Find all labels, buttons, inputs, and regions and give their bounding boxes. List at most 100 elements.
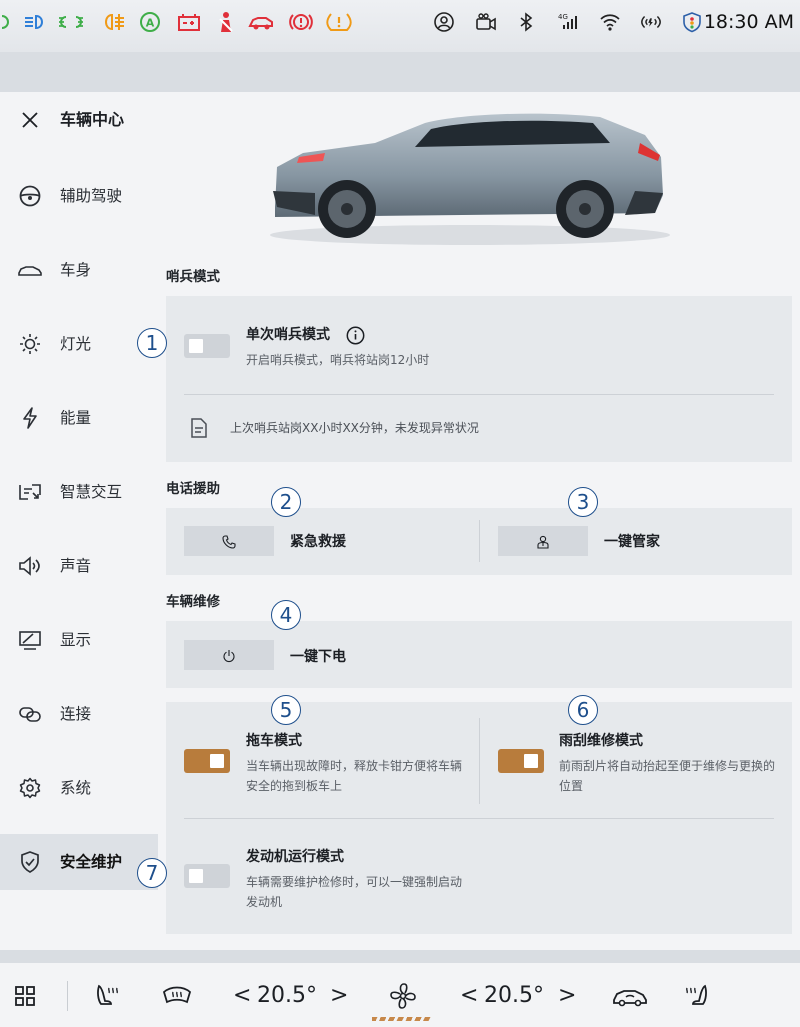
- smart-interaction-icon: [18, 481, 42, 503]
- sidebar-item-label: 显示: [60, 631, 92, 649]
- sidebar-item-connection[interactable]: 连接: [0, 686, 158, 742]
- butler-label: 一键管家: [604, 534, 660, 550]
- annotation-marker: 2: [271, 487, 301, 517]
- sidebar-item-label: 系统: [60, 779, 92, 797]
- car-climate-icon[interactable]: [610, 981, 650, 1011]
- sidebar-item-sound[interactable]: 声音: [0, 538, 158, 594]
- steering-wheel-icon: [18, 185, 42, 207]
- divider: [479, 718, 480, 804]
- butler-icon: [536, 534, 550, 549]
- sidebar-item-assisted-driving[interactable]: 辅助驾驶: [0, 168, 158, 224]
- phone-icon: [222, 534, 236, 549]
- power-icon: [222, 648, 236, 663]
- user-profile-icon[interactable]: [432, 9, 456, 35]
- app-grid-icon[interactable]: [12, 983, 38, 1009]
- lightning-icon: [18, 407, 42, 429]
- section-title-sentry: 哨兵模式: [166, 269, 220, 285]
- power-off-label: 一键下电: [290, 649, 346, 665]
- single-sentry-title: 单次哨兵模式: [246, 327, 330, 343]
- maintenance-modes-card: 拖车模式 当车辆出现故障时，释放卡钳方便将车辆 安全的拖到板车上 雨刮维修模式 …: [166, 702, 792, 934]
- sidebar-item-display[interactable]: 显示: [0, 612, 158, 668]
- wifi-icon[interactable]: [598, 9, 622, 35]
- seatbelt-warning-icon: [214, 8, 240, 36]
- shield-check-icon: [18, 851, 42, 873]
- sidebar-item-label: 辅助驾驶: [60, 187, 123, 205]
- divider: [479, 520, 480, 562]
- sidebar-item-label: 能量: [60, 409, 92, 427]
- sidebar-item-smart-interaction[interactable]: 智慧交互: [0, 464, 158, 520]
- annotation-marker: 4: [271, 600, 301, 630]
- left-temperature: 20.5°: [257, 983, 317, 1008]
- side-light-icon: [58, 8, 84, 36]
- car-body-icon: [18, 259, 42, 281]
- single-sentry-toggle[interactable]: [184, 334, 230, 358]
- sidebar-item-label: 车身: [60, 261, 92, 279]
- fan-icon[interactable]: [386, 979, 420, 1013]
- divider: [67, 981, 68, 1011]
- last-sentry-record: 上次哨兵站岗XX小时XX分钟，未发现异常状况: [230, 421, 479, 435]
- auto-hold-icon: A: [137, 8, 163, 36]
- annotation-marker: 1: [137, 328, 167, 358]
- svg-text:A: A: [146, 17, 155, 30]
- emergency-rescue-button[interactable]: [184, 526, 274, 556]
- brake-warning-icon: [288, 8, 314, 36]
- sidebar-item-label: 连接: [60, 705, 92, 723]
- sidebar-item-label: 声音: [60, 557, 92, 575]
- left-temp-increase[interactable]: >: [330, 982, 348, 1010]
- section-title-maintenance: 车辆维修: [166, 594, 220, 610]
- right-temp-decrease[interactable]: <: [460, 982, 478, 1010]
- butler-button[interactable]: [498, 526, 588, 556]
- tow-mode-title: 拖车模式: [246, 733, 302, 749]
- sidebar-item-body[interactable]: 车身: [0, 242, 158, 298]
- right-temp-increase[interactable]: >: [558, 982, 576, 1010]
- engine-mode-toggle[interactable]: [184, 864, 230, 888]
- divider: [184, 394, 774, 395]
- clock: 18:30 AM: [703, 11, 794, 33]
- close-icon[interactable]: [20, 110, 40, 130]
- rear-fog-light-icon: [100, 8, 126, 36]
- wiper-mode-toggle[interactable]: [498, 749, 544, 773]
- sidebar-item-safety-maintenance[interactable]: 安全维护: [0, 834, 158, 890]
- annotation-marker: 7: [137, 858, 167, 888]
- gear-icon: [18, 777, 42, 799]
- section-title-phone-assist: 电话援助: [166, 481, 220, 497]
- climate-bar: < 20.5° > < 20.5° >: [0, 963, 800, 1027]
- right-temperature: 20.5°: [484, 983, 544, 1008]
- position-light-icon: [0, 8, 18, 36]
- vehicle-image: [255, 95, 675, 265]
- front-defrost-icon[interactable]: [160, 981, 194, 1011]
- page-title: 车辆中心: [60, 110, 125, 129]
- sidebar-item-system[interactable]: 系统: [0, 760, 158, 816]
- left-temp-decrease[interactable]: <: [233, 982, 251, 1010]
- sidebar-item-label: 灯光: [60, 335, 92, 353]
- vehicle-fault-icon: [248, 8, 274, 36]
- 4g-signal-icon: 4G: [556, 9, 580, 35]
- divider: [184, 818, 774, 819]
- engine-mode-description: 车辆需要维护检修时，可以一键强制启动发动机: [246, 875, 463, 909]
- tire-pressure-warning-icon: [326, 8, 352, 36]
- battery-warning-icon: [176, 8, 202, 36]
- security-shield-icon[interactable]: [680, 9, 704, 35]
- sidebar-item-energy[interactable]: 能量: [0, 390, 158, 446]
- dashcam-icon[interactable]: [474, 9, 498, 35]
- wiper-mode-title: 雨刮维修模式: [559, 733, 643, 749]
- annotation-marker: 3: [568, 487, 598, 517]
- single-sentry-description: 开启哨兵模式，哨兵将站岗12小时: [246, 353, 430, 367]
- power-off-button[interactable]: [184, 640, 274, 670]
- sun-light-icon: [18, 333, 42, 355]
- passenger-seat-heat-icon[interactable]: [682, 981, 712, 1011]
- hotspot-icon[interactable]: [638, 9, 664, 35]
- display-icon: [18, 629, 42, 651]
- info-icon[interactable]: [346, 326, 365, 345]
- wiper-mode-description: 前雨刮片将自动抬起至便于维修与更换的位置: [559, 759, 776, 793]
- document-icon: [190, 418, 208, 438]
- fan-speed-indicator: [372, 1017, 432, 1021]
- bluetooth-icon[interactable]: [515, 9, 537, 35]
- signal-label: 4G: [558, 13, 568, 21]
- sidebar-item-label: 智慧交互: [60, 483, 123, 501]
- sidebar-item-lights[interactable]: 灯光: [0, 316, 158, 372]
- sentry-card: 单次哨兵模式 开启哨兵模式，哨兵将站岗12小时 上次哨兵站岗XX小时XX分钟，未…: [166, 296, 792, 462]
- tow-mode-toggle[interactable]: [184, 749, 230, 773]
- annotation-marker: 6: [568, 695, 598, 725]
- driver-seat-heat-icon[interactable]: [92, 981, 122, 1011]
